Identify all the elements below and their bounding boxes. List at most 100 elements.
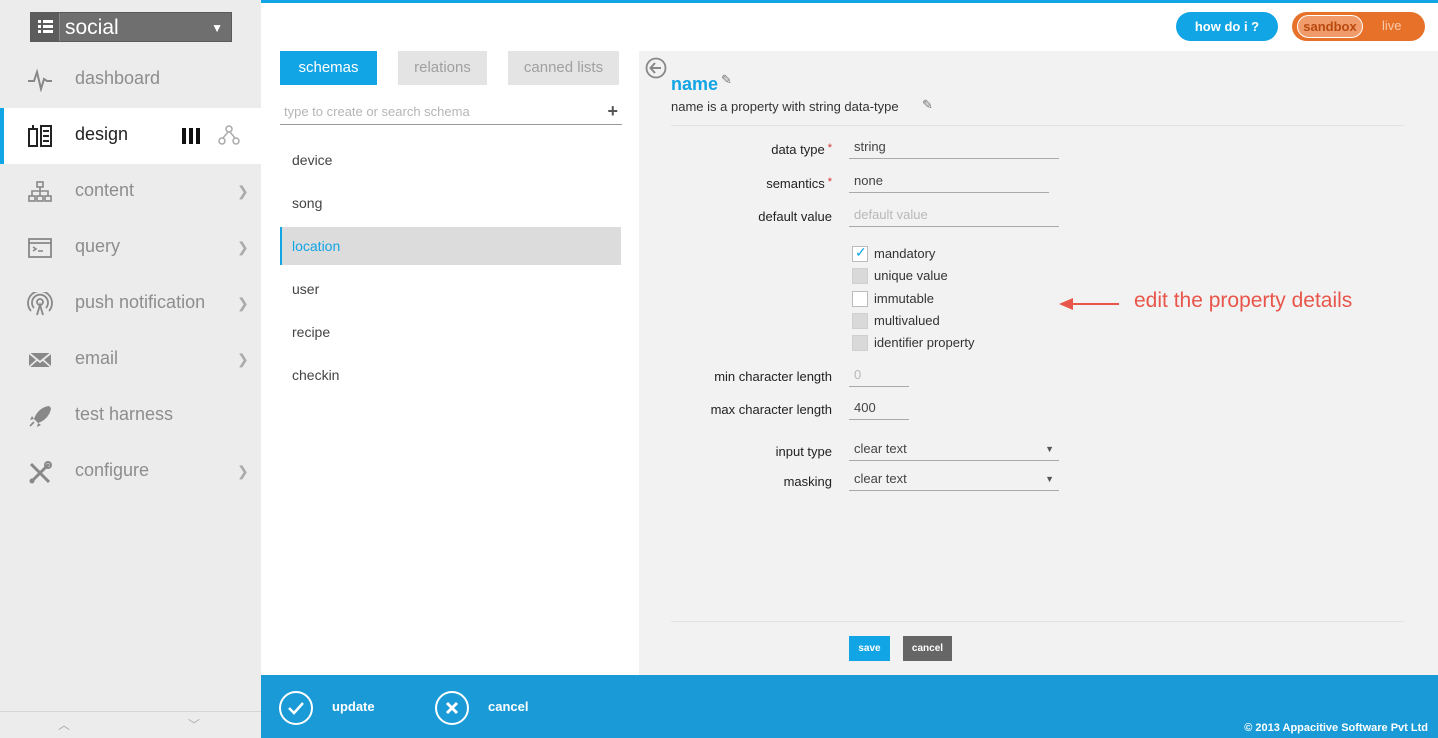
- nav-content[interactable]: content ❯: [0, 164, 261, 220]
- envelope-icon: [28, 352, 52, 368]
- chevron-right-icon: ❯: [237, 295, 249, 311]
- mandatory-checkbox[interactable]: ✓: [852, 244, 868, 262]
- multivalued-checkbox[interactable]: [852, 313, 868, 329]
- chevron-right-icon: ❯: [237, 463, 249, 479]
- cancel-button[interactable]: cancel: [903, 636, 952, 661]
- checkbox-label: multivalued: [874, 313, 940, 328]
- schema-search: +: [280, 101, 622, 125]
- data-type-field[interactable]: string: [849, 137, 1059, 159]
- dropdown-arrow-icon: ▼: [1045, 474, 1054, 484]
- check-icon: ✓: [855, 244, 867, 260]
- pencil-icon[interactable]: ✎: [922, 97, 933, 113]
- nav-label: email: [75, 348, 119, 368]
- min-length-field[interactable]: 0: [849, 365, 909, 387]
- terminal-icon: [28, 238, 52, 258]
- nav-label: query: [75, 236, 121, 256]
- broadcast-icon: [27, 292, 53, 316]
- save-button[interactable]: save: [849, 636, 890, 661]
- masking-select[interactable]: clear text ▼: [849, 469, 1059, 491]
- tab-schemas[interactable]: schemas: [280, 51, 377, 85]
- tab-canned-lists[interactable]: canned lists: [508, 51, 619, 85]
- schema-item[interactable]: device: [280, 141, 621, 179]
- pencil-icon[interactable]: ✎: [721, 72, 732, 88]
- close-circle-icon[interactable]: [435, 691, 469, 725]
- bottom-action-bar: update cancel © 2013 Appacitive Software…: [261, 675, 1438, 738]
- nav-label: push notification: [75, 292, 206, 312]
- schema-search-input[interactable]: [280, 104, 590, 119]
- chevron-right-icon: ❯: [237, 239, 249, 255]
- divider: [671, 621, 1404, 622]
- semantics-field[interactable]: none: [849, 171, 1049, 193]
- update-button[interactable]: update: [332, 699, 375, 714]
- min-length-label: min character length: [714, 369, 832, 384]
- nav-design[interactable]: design: [0, 108, 261, 164]
- nav-label: content: [75, 180, 135, 200]
- nav-label: design: [75, 124, 129, 144]
- data-type-label: data type *: [771, 142, 832, 157]
- how-do-i-button[interactable]: how do i ?: [1176, 12, 1278, 41]
- tab-relations[interactable]: relations: [398, 51, 487, 85]
- environment-toggle[interactable]: sandbox live: [1292, 12, 1425, 41]
- sidebar-footer: ︿ ﹀: [0, 711, 261, 738]
- sidebar: social ▼ dashboard design content ❯ quer…: [0, 0, 261, 738]
- chevron-right-icon: ❯: [237, 183, 249, 199]
- input-type-label: input type: [775, 444, 832, 459]
- nav-query[interactable]: query ❯: [0, 220, 261, 276]
- checkbox-label: immutable: [874, 291, 934, 306]
- default-value-label: default value: [758, 209, 832, 224]
- nav-label: dashboard: [75, 68, 161, 88]
- copyright-text: © 2013 Appacitive Software Pvt Ltd: [1244, 722, 1428, 734]
- property-description: name is a property with string data-type: [671, 99, 899, 114]
- app-name: social: [65, 16, 119, 39]
- masking-label: masking: [783, 474, 832, 489]
- checkbox-label: identifier property: [874, 335, 975, 350]
- max-length-field[interactable]: 400: [849, 398, 909, 420]
- check-circle-icon[interactable]: [279, 691, 313, 725]
- cancel-action-button[interactable]: cancel: [488, 699, 528, 714]
- nav-push-notification[interactable]: push notification ❯: [0, 276, 261, 332]
- checkbox-label: mandatory: [874, 246, 936, 261]
- max-length-label: max character length: [710, 402, 832, 417]
- chevron-down-icon[interactable]: ﹀: [188, 716, 200, 733]
- semantics-label: semantics *: [766, 176, 832, 191]
- columns-icon[interactable]: [181, 127, 201, 145]
- graph-icon[interactable]: [218, 125, 240, 145]
- tools-icon: [29, 461, 52, 484]
- sitemap-icon: [28, 181, 52, 202]
- default-value-field[interactable]: default value: [849, 205, 1059, 227]
- chevron-up-icon[interactable]: ︿: [58, 716, 70, 733]
- schema-item[interactable]: user: [280, 270, 621, 308]
- design-icon: [28, 125, 52, 147]
- schema-item[interactable]: checkin: [280, 356, 621, 394]
- schema-item-selected[interactable]: location: [280, 227, 621, 265]
- input-type-select[interactable]: clear text ▼: [849, 439, 1059, 461]
- annotation-arrow-icon: [1059, 298, 1119, 310]
- property-name: name: [671, 74, 719, 94]
- nav-dashboard[interactable]: dashboard: [0, 52, 261, 108]
- chevron-down-icon: ▼: [211, 21, 223, 35]
- nav-test-harness[interactable]: test harness: [0, 388, 261, 444]
- dropdown-arrow-icon: ▼: [1045, 444, 1054, 454]
- rocket-icon: [29, 406, 51, 427]
- live-option[interactable]: live: [1382, 18, 1402, 33]
- checkbox-label: unique value: [874, 268, 948, 283]
- pulse-icon: [28, 68, 52, 92]
- unique-value-checkbox[interactable]: [852, 268, 868, 284]
- identifier-property-checkbox[interactable]: [852, 335, 868, 351]
- sandbox-option[interactable]: sandbox: [1297, 15, 1363, 38]
- annotation-text: edit the property details: [1134, 289, 1353, 312]
- plus-icon[interactable]: +: [607, 101, 618, 122]
- property-detail-panel: name ✎ name is a property with string da…: [639, 51, 1438, 675]
- divider: [671, 125, 1404, 126]
- nav-email[interactable]: email ❯: [0, 332, 261, 388]
- grid-icon[interactable]: [31, 13, 60, 41]
- nav-label: test harness: [75, 404, 174, 424]
- schema-item[interactable]: song: [280, 184, 621, 222]
- nav-label: configure: [75, 460, 150, 480]
- nav-configure[interactable]: configure ❯: [0, 444, 261, 500]
- chevron-right-icon: ❯: [237, 351, 249, 367]
- immutable-checkbox[interactable]: [852, 291, 868, 307]
- schema-item[interactable]: recipe: [280, 313, 621, 351]
- back-arrow-icon[interactable]: [645, 57, 667, 79]
- app-selector[interactable]: social ▼: [30, 12, 232, 42]
